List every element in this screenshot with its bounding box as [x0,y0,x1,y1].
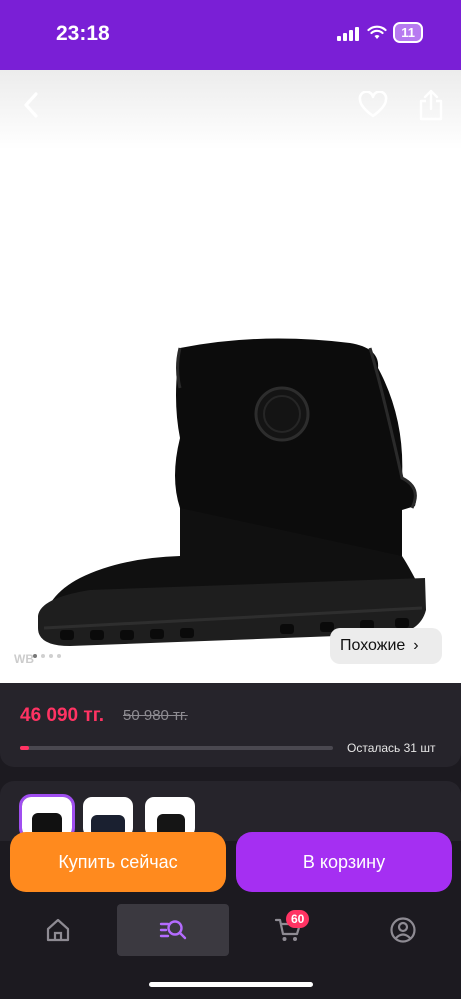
status-bar: 23:18 11 [0,0,461,70]
heart-icon [358,91,388,118]
battery-indicator: 11 [393,22,423,43]
profile-icon [390,917,416,943]
current-price: 46 090 тг. [20,705,104,726]
back-icon [24,92,38,118]
share-icon [419,89,443,121]
product-image-gallery[interactable]: WB Похожие › [0,70,461,683]
add-to-cart-button[interactable]: В корзину [236,832,452,892]
old-price: 50 980 тг. [123,707,188,724]
tab-home[interactable] [2,904,114,956]
signal-icon [337,25,360,41]
variant-thumbnail[interactable] [145,797,195,837]
similar-label: Похожие [340,637,406,654]
home-indicator [149,982,313,987]
gallery-pagination [33,654,61,658]
back-button[interactable] [14,88,48,122]
price-card: 46 090 тг. 50 980 тг. Осталась 31 шт [0,683,461,767]
variant-thumbnail[interactable] [19,794,75,840]
gallery-dot [41,654,45,658]
favorite-button[interactable] [356,88,390,122]
variant-thumbnail[interactable] [83,797,133,837]
stock-progress-fill [20,746,30,750]
tab-catalog[interactable] [117,904,229,956]
product-photo-boot [38,338,426,646]
share-button[interactable] [414,88,448,122]
wifi-icon [367,25,387,39]
status-icons: 11 [337,22,423,43]
top-gradient [0,70,461,150]
gallery-dot [57,654,61,658]
stock-progress-bar [20,746,333,750]
status-time: 23:18 [56,22,110,45]
catalog-search-icon [159,920,187,940]
stock-remaining-text: Осталась 31 шт [347,741,436,755]
cart-count-badge: 60 [286,910,310,928]
brand-watermark: WB [14,652,34,666]
home-icon [46,918,70,942]
gallery-dot [49,654,53,658]
similar-products-button[interactable]: Похожие › [330,628,442,664]
gallery-dot [33,654,37,658]
buy-now-button[interactable]: Купить сейчас [10,832,226,892]
chevron-right-icon: › [413,637,419,654]
tab-profile[interactable] [347,904,459,956]
